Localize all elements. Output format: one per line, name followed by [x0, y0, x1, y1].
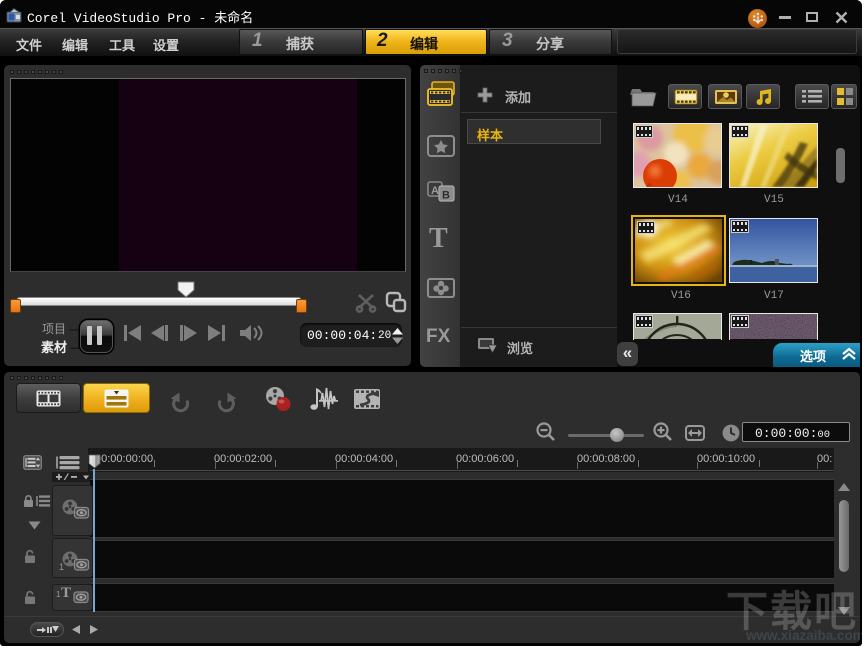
svg-text:1: 1 — [59, 562, 64, 572]
svg-text:A: A — [431, 185, 439, 197]
svg-text:B: B — [442, 190, 450, 202]
